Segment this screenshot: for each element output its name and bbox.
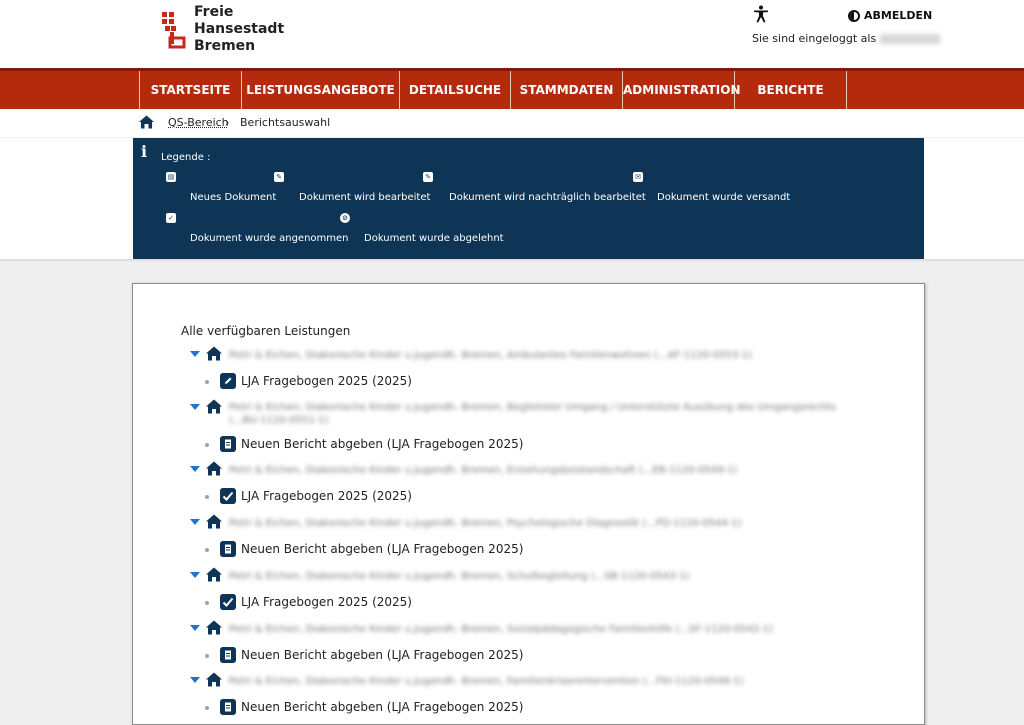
tree-bullet bbox=[205, 495, 209, 499]
logo-line: Freie bbox=[194, 4, 234, 20]
login-info: Sie sind eingeloggt als bbox=[752, 32, 941, 45]
caret-down-icon[interactable] bbox=[190, 625, 200, 631]
pencil-icon: ✎ bbox=[274, 172, 284, 182]
legend-label: Dokument wurde abgelehnt bbox=[364, 233, 504, 244]
legend-label: Dokument wird bearbeitet bbox=[299, 192, 431, 203]
provider-name[interactable]: Petri & Eichen, Diakonische Kinder u.Jug… bbox=[229, 570, 689, 583]
report-link[interactable]: LJA Fragebogen 2025 (2025) bbox=[241, 374, 412, 388]
divider bbox=[0, 259, 1024, 262]
provider-name[interactable]: Petri & Eichen, Diakonische Kinder u.Jug… bbox=[229, 464, 738, 477]
tree-bullet bbox=[205, 443, 209, 447]
services-card: Alle verfügbaren Leistungen Petri & Eich… bbox=[132, 283, 925, 725]
document-icon bbox=[220, 699, 236, 715]
caret-down-icon[interactable] bbox=[190, 466, 200, 472]
report-link[interactable]: Neuen Bericht abgeben (LJA Fragebogen 20… bbox=[241, 542, 523, 556]
info-icon: i bbox=[141, 142, 148, 161]
tree-bullet bbox=[205, 548, 209, 552]
provider-name[interactable]: Petri & Eichen, Diakonische Kinder u.Jug… bbox=[229, 623, 773, 636]
document-icon: ▤ bbox=[166, 172, 176, 182]
caret-down-icon[interactable] bbox=[190, 519, 200, 525]
username-redacted bbox=[880, 34, 941, 44]
provider-name[interactable]: Petri & Eichen, Diakonische Kinder u.Jug… bbox=[229, 517, 742, 530]
legend-label: Dokument wurde angenommen bbox=[190, 233, 349, 244]
home-icon bbox=[206, 620, 222, 635]
provider-name[interactable]: Petri & Eichen, Diakonische Kinder u.Jug… bbox=[229, 675, 744, 688]
main-navigation: STARTSEITE LEISTUNGSANGEBOTE DETAILSUCHE… bbox=[0, 68, 1024, 109]
home-icon bbox=[206, 672, 222, 687]
logo-line: Hansestadt bbox=[194, 21, 285, 37]
home-icon bbox=[206, 567, 222, 582]
home-icon bbox=[206, 461, 222, 476]
home-icon[interactable] bbox=[139, 115, 154, 129]
pencil-icon bbox=[220, 373, 236, 389]
tree-bullet bbox=[205, 601, 209, 605]
nav-startseite[interactable]: STARTSEITE bbox=[139, 71, 242, 109]
chevron-right-icon: › bbox=[225, 116, 230, 129]
breadcrumb: QS-Bereich › Berichtsauswahl bbox=[0, 109, 1024, 137]
bremen-logo[interactable]: Freie Hansestadt Bremen bbox=[160, 4, 284, 55]
report-link[interactable]: Neuen Bericht abgeben (LJA Fragebogen 20… bbox=[241, 648, 523, 662]
nav-detailsuche[interactable]: DETAILSUCHE bbox=[400, 71, 511, 109]
report-link[interactable]: Neuen Bericht abgeben (LJA Fragebogen 20… bbox=[241, 700, 523, 714]
legend-label: Dokument wird nachträglich bearbeitet bbox=[449, 192, 646, 203]
legend-box: i Legende : ▤ Neues Dokument ✎ Dokument … bbox=[133, 138, 924, 259]
tree-bullet bbox=[205, 380, 209, 384]
section-title: Alle verfügbaren Leistungen bbox=[181, 324, 351, 338]
document-icon bbox=[220, 541, 236, 557]
report-link[interactable]: LJA Fragebogen 2025 (2025) bbox=[241, 489, 412, 503]
nav-berichte[interactable]: BERICHTE bbox=[735, 71, 847, 109]
legend-label: Neues Dokument bbox=[190, 192, 277, 203]
envelope-icon: ✉ bbox=[633, 172, 643, 182]
report-link[interactable]: Neuen Bericht abgeben (LJA Fragebogen 20… bbox=[241, 437, 523, 451]
caret-down-icon[interactable] bbox=[190, 404, 200, 410]
tree-bullet bbox=[205, 706, 209, 710]
provider-name[interactable]: Petri & Eichen, Diakonische Kinder u.Jug… bbox=[229, 401, 869, 427]
login-text: Sie sind eingeloggt als bbox=[752, 32, 877, 45]
tree-bullet bbox=[205, 654, 209, 658]
caret-down-icon[interactable] bbox=[190, 572, 200, 578]
checkmark-icon bbox=[220, 488, 236, 504]
logout-label: ABMELDEN bbox=[864, 9, 933, 22]
logout-button[interactable]: ABMELDEN bbox=[848, 9, 932, 22]
caret-down-icon[interactable] bbox=[190, 351, 200, 357]
nav-leistungsangebote[interactable]: LEISTUNGSANGEBOTE bbox=[242, 71, 400, 109]
report-link[interactable]: LJA Fragebogen 2025 (2025) bbox=[241, 595, 412, 609]
logo-text: Freie Hansestadt Bremen bbox=[194, 4, 284, 55]
caret-down-icon[interactable] bbox=[190, 677, 200, 683]
breadcrumb-qs-bereich[interactable]: QS-Bereich bbox=[168, 116, 229, 129]
checkmark-icon bbox=[220, 594, 236, 610]
home-icon bbox=[206, 346, 222, 361]
legend-title: Legende : bbox=[161, 152, 211, 163]
checkmark-icon: ✓ bbox=[166, 213, 176, 223]
home-icon bbox=[206, 514, 222, 529]
pencil-icon: ✎ bbox=[423, 172, 433, 182]
breadcrumb-berichtsauswahl: Berichtsauswahl bbox=[240, 116, 331, 129]
home-icon bbox=[206, 399, 222, 414]
nav-administration[interactable]: ADMINISTRATION bbox=[623, 71, 740, 109]
accessibility-icon[interactable] bbox=[752, 5, 770, 23]
nav-stammdaten[interactable]: STAMMDATEN bbox=[511, 71, 623, 109]
document-icon bbox=[220, 647, 236, 663]
legend-label: Dokument wurde versandt bbox=[657, 192, 791, 203]
bremen-key-icon bbox=[162, 12, 186, 49]
top-header: Freie Hansestadt Bremen ABMELDEN Sie sin… bbox=[0, 0, 1024, 68]
logo-line: Bremen bbox=[194, 38, 256, 54]
ban-icon: ⊘ bbox=[340, 213, 350, 223]
provider-name[interactable]: Petri & Eichen, Diakonische Kinder u.Jug… bbox=[229, 349, 752, 362]
document-icon bbox=[220, 436, 236, 452]
power-icon bbox=[848, 9, 860, 22]
